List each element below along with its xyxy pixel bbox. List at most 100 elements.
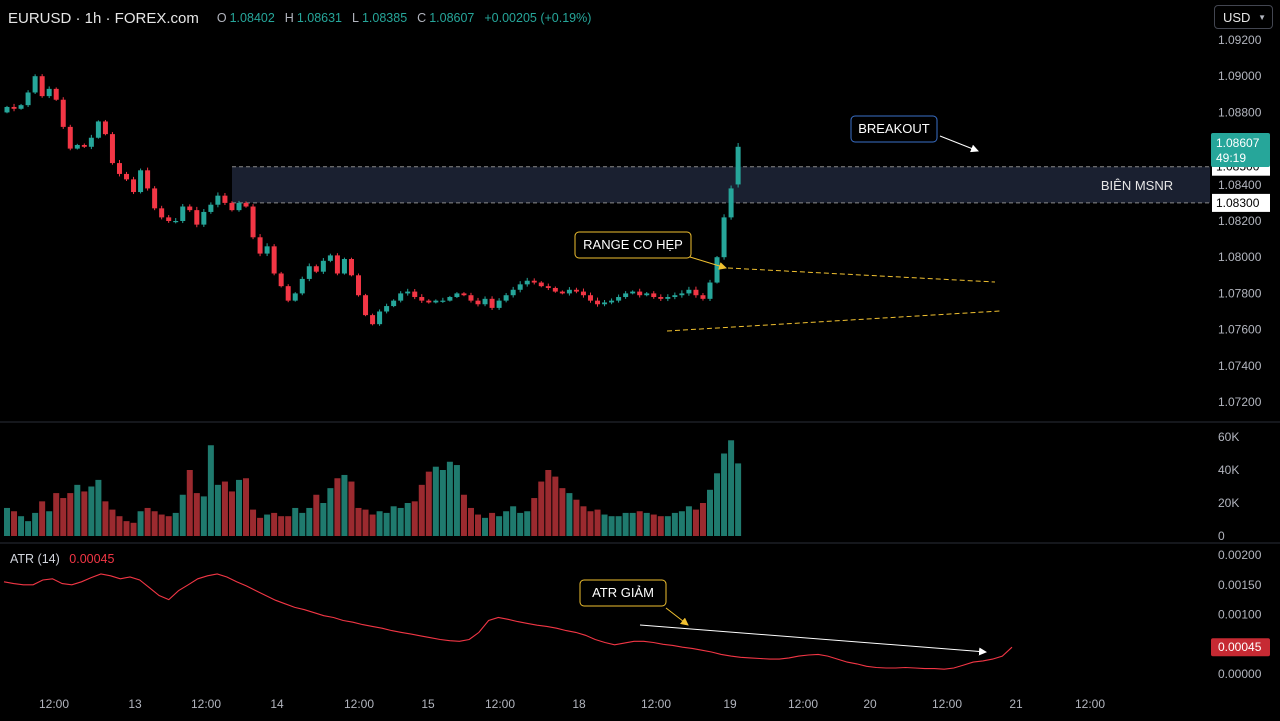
candle-body (707, 282, 713, 299)
volume-bar (601, 514, 608, 536)
volume-bar (144, 507, 151, 536)
volume-bar (453, 465, 460, 536)
candle-body (377, 311, 383, 325)
candle-body (454, 293, 460, 298)
candle-body (461, 293, 467, 296)
candle-body (651, 293, 657, 298)
volume-bar (320, 503, 327, 536)
candle-body (405, 291, 411, 294)
volume-bar (714, 473, 721, 536)
candle-body (686, 289, 692, 294)
volume-bar (489, 512, 496, 536)
volume-bar (18, 516, 25, 536)
time-tick-label: 20 (863, 697, 877, 711)
volume-bar (657, 516, 664, 536)
candle-body (721, 217, 727, 258)
candle-body (384, 306, 390, 312)
volume-bar (11, 511, 18, 536)
time-tick-label: 14 (270, 697, 284, 711)
candle-body (370, 315, 376, 325)
candle-body (102, 121, 108, 135)
volume-bar (573, 499, 580, 536)
volume-bar (285, 516, 292, 536)
candle-body (623, 293, 629, 298)
triangle-upper-line (727, 267, 996, 283)
candle-body (285, 286, 291, 301)
candle-body (602, 302, 608, 305)
breakout-label: BREAKOUT (858, 121, 930, 136)
volume-tick-label: 0 (1218, 529, 1225, 543)
volume-bar (137, 511, 144, 536)
volume-bar (102, 501, 109, 536)
volume-bar (685, 506, 692, 536)
price-tick-label: 1.09000 (1218, 69, 1262, 83)
volume-bar (699, 503, 706, 536)
candle-body (145, 170, 151, 189)
time-tick-label: 19 (723, 697, 737, 711)
atr-note-label: ATR GIẢM (592, 585, 654, 600)
volume-bar (566, 493, 573, 536)
time-tick-label: 13 (128, 697, 142, 711)
zone-price-tag-label: 1.08300 (1216, 196, 1260, 210)
volume-bar (482, 517, 489, 536)
time-tick-label: 15 (421, 697, 435, 711)
candle-body (341, 259, 347, 274)
volume-bar (172, 512, 179, 536)
candle-body (475, 300, 481, 305)
candle-body (524, 280, 530, 285)
volume-bar (594, 509, 601, 536)
candle-body (587, 295, 593, 301)
candle-body (81, 144, 87, 147)
volume-bar (334, 478, 341, 536)
price-chart[interactable]: BIÊN MSNR RANGE CO HẸP BREAKOUT ATR GIẢM 1… (0, 0, 1280, 721)
candle-body (538, 282, 544, 287)
candle-body (510, 289, 516, 296)
candle-body (693, 289, 699, 296)
volume-bar (404, 503, 411, 536)
candle-body (728, 188, 734, 218)
candle-body (264, 246, 270, 254)
volume-bar (439, 470, 446, 536)
candle-body (573, 289, 579, 292)
volume-bar (95, 479, 102, 536)
atr-tick-label: 0.00150 (1218, 578, 1262, 592)
candle-body (229, 202, 235, 211)
volume-bar (130, 522, 137, 536)
volume-bar (228, 491, 235, 536)
atr-tick-label: 0.00100 (1218, 608, 1262, 622)
volume-bar (250, 509, 257, 536)
price-tick-label: 1.07800 (1218, 286, 1262, 300)
candle-body (679, 293, 685, 296)
volume-bar (193, 493, 200, 536)
volume-bar (355, 507, 362, 536)
candle-body (306, 266, 312, 279)
candle-body (18, 105, 24, 109)
volume-bar (109, 509, 116, 536)
volume-bar (221, 481, 228, 536)
time-tick-label: 12:00 (485, 697, 515, 711)
candle-body (180, 206, 186, 221)
volume-bar (671, 512, 678, 536)
volume-bar (158, 514, 165, 536)
volume-bar (200, 496, 207, 536)
atr-line (3, 573, 1013, 670)
volume-bar (327, 488, 334, 536)
price-tick-label: 1.08200 (1218, 214, 1262, 228)
candle-body (348, 259, 354, 276)
atr-note-arrow (665, 607, 689, 626)
candle-body (552, 287, 558, 292)
volume-bar (25, 521, 32, 536)
volume-bar (721, 453, 728, 536)
candle-body (672, 295, 678, 298)
time-tick-label: 21 (1009, 697, 1023, 711)
volume-bar (214, 484, 221, 536)
atr-tick-label: 0.00000 (1218, 667, 1262, 681)
volume-bar (418, 484, 425, 536)
candle-body (482, 298, 488, 305)
candle-body (152, 188, 158, 209)
volume-bar (622, 512, 629, 536)
last-price-value: 1.08607 (1216, 136, 1260, 150)
candle-body (637, 291, 643, 296)
volume-bar (432, 466, 439, 536)
candle-body (313, 266, 319, 272)
